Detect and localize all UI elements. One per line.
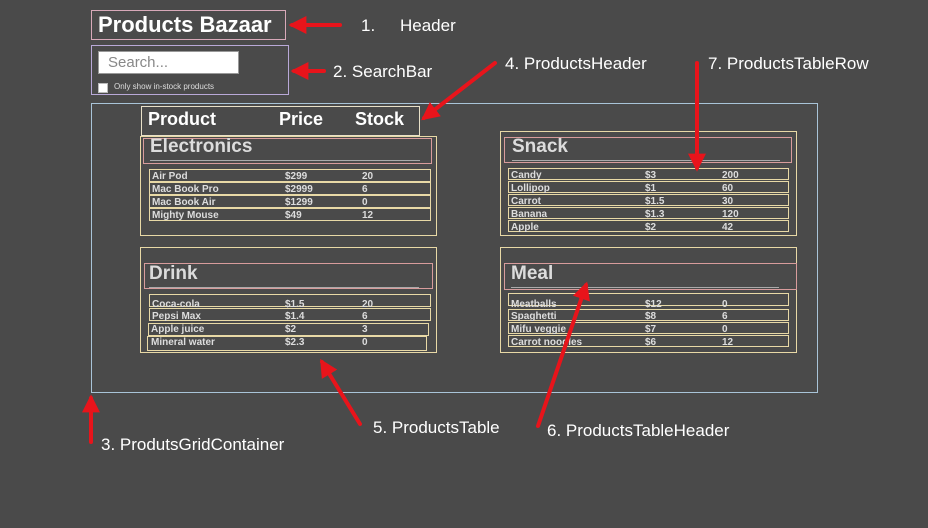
annotation-products-table: 5. ProductsTable [373,418,500,437]
arrow-table-header [536,281,590,428]
annotation-table-row: 7. ProductsTableRow [708,54,869,73]
annotation-grid-container: 3. ProdutsGridContainer [101,435,285,454]
annotation-header: Header [400,16,456,35]
arrow-products-table [320,358,362,426]
arrow-products-header [421,61,497,121]
annotation-table-header: 6. ProductsTableHeader [547,421,730,440]
annotation-products-header: 4. ProductsHeader [505,54,647,73]
annotation-searchbar: 2. SearchBar [333,62,433,81]
annotation-header-number: 1. [361,16,376,35]
